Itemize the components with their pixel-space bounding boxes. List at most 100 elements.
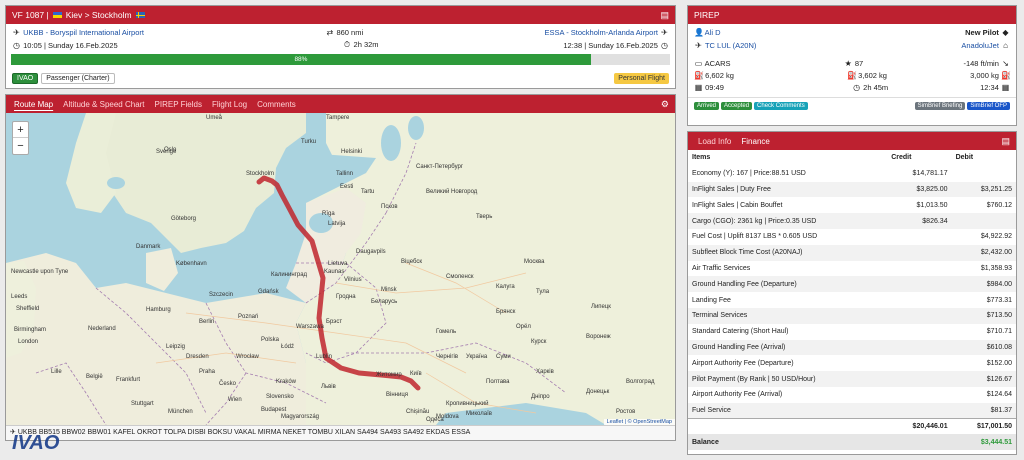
finance-credit: $1,013.50 [916,201,948,209]
map-label-polska: Polska [261,337,280,343]
map-label-wien: Wien [228,397,242,403]
map-label-moscow: Москва [524,259,545,265]
finance-row: Economy (Y): 167 | Price:88.51 USD $14,78… [688,166,1016,182]
pirep-source: ACARS [704,58,731,68]
departure-airport-link[interactable]: UKBB - Boryspil International Airport [23,28,144,37]
map-label-lodz: Łódź [281,344,294,350]
map-label-kaliningrad: Калининград [271,272,308,278]
finance-item: InFlight Sales | Cabin Bouffet [692,201,783,209]
finance-debit: $126.67 [951,371,1016,387]
sweden-flag-icon [135,12,145,18]
finance-item: Standard Catering (Short Haul) [692,328,789,336]
map-label-smolensk: Смоленск [446,274,474,280]
zoom-control: + − [12,121,29,155]
finance-debit: $760.12 [986,201,1012,209]
map-label-oslo: Oslo [164,147,177,153]
tab-comments[interactable]: Comments [257,100,296,109]
airline-link[interactable]: AnadoluJet [961,41,999,50]
zoom-out-button[interactable]: − [13,138,28,154]
map-label-warszawa: Warszawa [296,324,324,330]
calendar-icon: ▦ [694,82,703,92]
arrival-airport-link[interactable]: ESSA - Stockholm-Arlanda Airport [545,28,658,37]
tab-pirep-fields[interactable]: PIREP Fields [155,100,202,109]
finance-credit: $3,825.00 [887,181,952,198]
tab-altitude-speed[interactable]: Altitude & Speed Chart [63,100,144,109]
finance-item: Economy (Y): 167 | Price:88.51 USD [692,170,806,178]
calendar-icon: ▦ [1001,82,1010,92]
pdf-icon[interactable]: ▤ [1001,136,1010,147]
route-icon: ⇄ [326,28,334,37]
finance-credit [887,387,951,403]
map-label-nederland: Nederland [88,326,116,332]
finance-row: Air Traffic Services $1,358.93 [688,261,1016,277]
settings-icon[interactable]: ⚙ [661,99,675,110]
finance-debit: $124.64 [986,391,1012,399]
fuel-icon: ⛽ [1001,70,1011,80]
map-label-volgograd: Волгоград [626,379,655,385]
finance-debit: $773.31 [986,296,1012,304]
flight-type-badge: Passenger (Charter) [41,72,115,84]
finance-credit [887,339,952,356]
map-label-novgorod: Великий Новгород [426,188,478,195]
map-label-kropyvnytskyi: Кропивницький [446,400,489,407]
map-label-stuttgart: Stuttgart [131,401,154,407]
flight-duration: 2h 32m [353,40,379,49]
tab-load-info[interactable]: Load Info [698,137,731,146]
tab-flight-log[interactable]: Flight Log [212,100,247,109]
map-label-zhytomyr: Житомир [376,372,402,378]
map-label-donetsk: Донецьк [586,389,610,395]
map-label-hamburg: Hamburg [146,307,171,313]
aircraft-link[interactable]: TC LUL (A20N) [705,41,756,50]
finance-item: Terminal Services [688,307,888,324]
status-badges-row: Arrived Accepted Check Comments SimBrief B… [688,97,1016,111]
map-label-kaunas: Kaunas [324,269,344,275]
map-label-lietuva: Lietuva [328,261,348,267]
pirep-card: PIREP 👤 Ali D New Pilot ◆ ✈ TC LUL (A20N… [687,5,1017,126]
map-label-tallinn: Tallinn [336,171,353,177]
map-label-eesti: Eesti [340,184,353,190]
tag-icon: ◆ [1002,28,1009,37]
fuel-remaining-icon: ⛽ [847,70,858,80]
map-label-danmark: Danmark [136,244,161,250]
pilot-name-link[interactable]: Ali D [705,28,721,37]
status-badge-2: Check Comments [754,101,808,110]
map-label-tver: Тверь [476,214,492,220]
finance-credit [887,355,951,371]
lake-vanern [107,177,125,189]
finance-row: Landing Fee $773.31 [688,292,1016,308]
arrival-time: 12:38 | Sunday 16.Feb.2025 [563,40,658,50]
finance-row: Fuel Service $81.37 [688,402,1016,419]
network-badge: IVAO [12,72,39,84]
finance-credit [887,229,951,245]
block-on-time: 12:34 [980,82,999,92]
zoom-in-button[interactable]: + [13,122,28,138]
finance-row: Ground Handling Fee (Arrival) $610.08 [688,339,1016,356]
map-label-odesa: Одеса [426,417,444,423]
map-label-stockholm: Stockholm [246,171,274,177]
tab-finance[interactable]: Finance [741,137,769,146]
pilot-rank: New Pilot [965,28,999,37]
map-canvas[interactable]: SverigeStockholmOsloTampereHelsinkiTalli… [6,113,675,425]
finance-credit [887,402,952,419]
finance-credit: $826.34 [887,213,952,229]
map-label-leeds: Leeds [11,294,27,300]
callsign: VF 1087 | [12,10,49,20]
finance-debit: $4,922.92 [980,233,1012,241]
route-string-bar: ✈ UKBB BB515 BBW02 BBW01 KAFEL OKROT TOL… [6,425,675,440]
map-label-rostov: Ростов [616,409,635,415]
map-label-sumy: Суми [496,354,511,360]
map-label-daugavpils: Daugavpils [356,249,386,255]
finance-item: Ground Handling Fee (Arrival) [688,339,888,356]
map-label-szczecin: Szczecin [209,292,233,298]
simbrief-badge-1[interactable]: SimBrief OFP [967,101,1010,110]
tab-route-map[interactable]: Route Map [14,100,53,109]
route-map[interactable]: Sverige Stockholm Oslo Tampere Helsinki Talli… [6,113,675,425]
simbrief-badge-0[interactable]: SimBrief Briefing [914,101,966,110]
total-label [688,418,888,435]
finance-debit [952,166,1016,182]
document-icon[interactable]: ▤ [660,10,669,21]
finance-debit [951,213,1016,229]
map-label-tampere: Tampere [326,115,350,121]
finance-debit: $710.71 [986,328,1012,336]
map-label-mykolaiv: Миколаїв [466,411,492,417]
